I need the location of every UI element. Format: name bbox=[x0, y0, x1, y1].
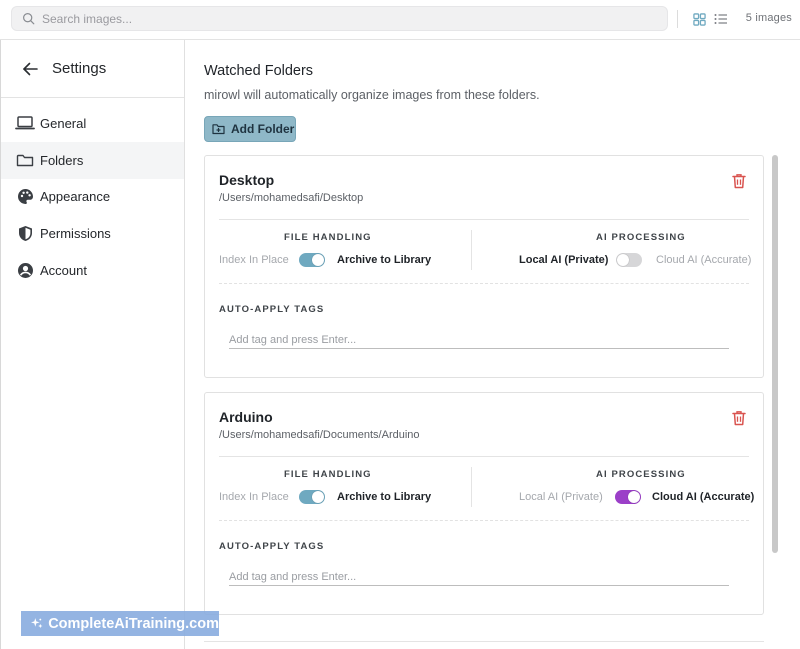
search-bar[interactable] bbox=[11, 6, 668, 31]
page-title: Watched Folders bbox=[204, 63, 314, 79]
divider bbox=[471, 230, 472, 270]
ai-processing-toggle[interactable] bbox=[616, 253, 642, 267]
archive-to-library-label[interactable]: Archive to Library bbox=[337, 491, 431, 503]
sidebar-item-label: Account bbox=[40, 263, 87, 279]
ai-processing-heading: AI PROCESSING bbox=[596, 232, 686, 243]
folder-card: Arduino /Users/mohamedsafi/Documents/Ard… bbox=[204, 392, 764, 615]
settings-sidebar: Settings General Folders Appearance Perm… bbox=[0, 40, 185, 649]
ai-processing-heading: AI PROCESSING bbox=[596, 469, 686, 480]
auto-apply-tags-heading: AUTO-APPLY TAGS bbox=[219, 304, 325, 315]
toggle-knob bbox=[312, 491, 324, 503]
sidebar-item-label: Folders bbox=[40, 152, 84, 168]
arrow-left-icon bbox=[23, 62, 38, 75]
sidebar-item-appearance[interactable]: Appearance bbox=[1, 179, 184, 216]
toggle-knob bbox=[312, 254, 324, 266]
sidebar-item-folders[interactable]: Folders bbox=[1, 141, 184, 179]
folder-icon bbox=[15, 150, 35, 170]
toggle-knob bbox=[617, 254, 629, 266]
folder-name: Desktop bbox=[219, 172, 275, 188]
main-content: Watched Folders mirowl will automaticall… bbox=[186, 40, 800, 649]
tag-input[interactable] bbox=[229, 331, 729, 349]
watermark: CompleteAiTraining.com bbox=[21, 611, 219, 636]
top-bar: 5 images bbox=[0, 0, 800, 40]
sparkle-logo-icon bbox=[31, 618, 43, 629]
auto-apply-tags-heading: AUTO-APPLY TAGS bbox=[219, 541, 325, 552]
grid-view-button[interactable] bbox=[691, 11, 707, 27]
sidebar-item-permissions[interactable]: Permissions bbox=[1, 215, 184, 252]
palette-icon bbox=[15, 187, 35, 207]
trash-icon bbox=[732, 411, 746, 426]
folder-card: Desktop /Users/mohamedsafi/Desktop FILE … bbox=[204, 155, 764, 378]
shield-icon bbox=[15, 224, 35, 244]
search-input[interactable] bbox=[42, 11, 642, 26]
divider bbox=[219, 456, 749, 457]
divider bbox=[219, 520, 749, 521]
ai-processing-toggle[interactable] bbox=[615, 490, 641, 504]
sidebar-title: Settings bbox=[52, 60, 107, 77]
folder-path: /Users/mohamedsafi/Desktop bbox=[219, 192, 364, 204]
search-icon bbox=[23, 13, 35, 25]
file-handling-heading: FILE HANDLING bbox=[284, 232, 372, 243]
add-folder-label: Add Folder bbox=[231, 122, 295, 136]
image-count: 5 images bbox=[745, 12, 792, 24]
folder-path: /Users/mohamedsafi/Documents/Arduino bbox=[219, 429, 420, 441]
sidebar-item-label: Permissions bbox=[40, 226, 111, 242]
index-in-place-label[interactable]: Index In Place bbox=[219, 254, 289, 266]
archive-to-library-label[interactable]: Archive to Library bbox=[337, 254, 431, 266]
delete-folder-button[interactable] bbox=[731, 410, 747, 426]
sidebar-nav: General Folders Appearance Permissions A… bbox=[1, 98, 184, 289]
add-folder-button[interactable]: Add Folder bbox=[204, 116, 296, 142]
toggle-knob bbox=[628, 491, 640, 503]
divider bbox=[219, 219, 749, 220]
sidebar-header: Settings bbox=[1, 40, 184, 98]
scrollbar-thumb[interactable] bbox=[772, 155, 778, 553]
cloud-ai-label[interactable]: Cloud AI (Accurate) bbox=[656, 254, 751, 266]
local-ai-label[interactable]: Local AI (Private) bbox=[519, 254, 608, 266]
page-subtitle: mirowl will automatically organize image… bbox=[204, 88, 540, 102]
delete-folder-button[interactable] bbox=[731, 173, 747, 189]
sidebar-item-label: Appearance bbox=[40, 189, 111, 205]
divider bbox=[204, 641, 764, 642]
sidebar-item-general[interactable]: General bbox=[1, 105, 184, 142]
user-circle-icon bbox=[15, 261, 35, 281]
cloud-ai-label[interactable]: Cloud AI (Accurate) bbox=[652, 491, 754, 503]
file-handling-toggle[interactable] bbox=[299, 253, 325, 267]
index-in-place-label[interactable]: Index In Place bbox=[219, 491, 289, 503]
laptop-icon bbox=[15, 113, 35, 133]
file-handling-toggle[interactable] bbox=[299, 490, 325, 504]
list-icon bbox=[714, 14, 727, 24]
folder-name: Arduino bbox=[219, 409, 273, 425]
sidebar-item-label: General bbox=[40, 115, 87, 131]
list-view-button[interactable] bbox=[713, 11, 729, 27]
back-button[interactable] bbox=[21, 60, 39, 78]
file-handling-heading: FILE HANDLING bbox=[284, 469, 372, 480]
sidebar-item-account[interactable]: Account bbox=[1, 252, 184, 289]
grid-icon bbox=[692, 12, 706, 26]
toolbar-divider bbox=[677, 10, 678, 28]
tag-input[interactable] bbox=[229, 568, 729, 586]
divider bbox=[219, 283, 749, 284]
divider bbox=[471, 467, 472, 507]
watermark-text: CompleteAiTraining.com bbox=[48, 615, 219, 632]
folder-plus-icon bbox=[212, 124, 225, 135]
local-ai-label[interactable]: Local AI (Private) bbox=[519, 491, 603, 503]
trash-icon bbox=[732, 174, 746, 189]
